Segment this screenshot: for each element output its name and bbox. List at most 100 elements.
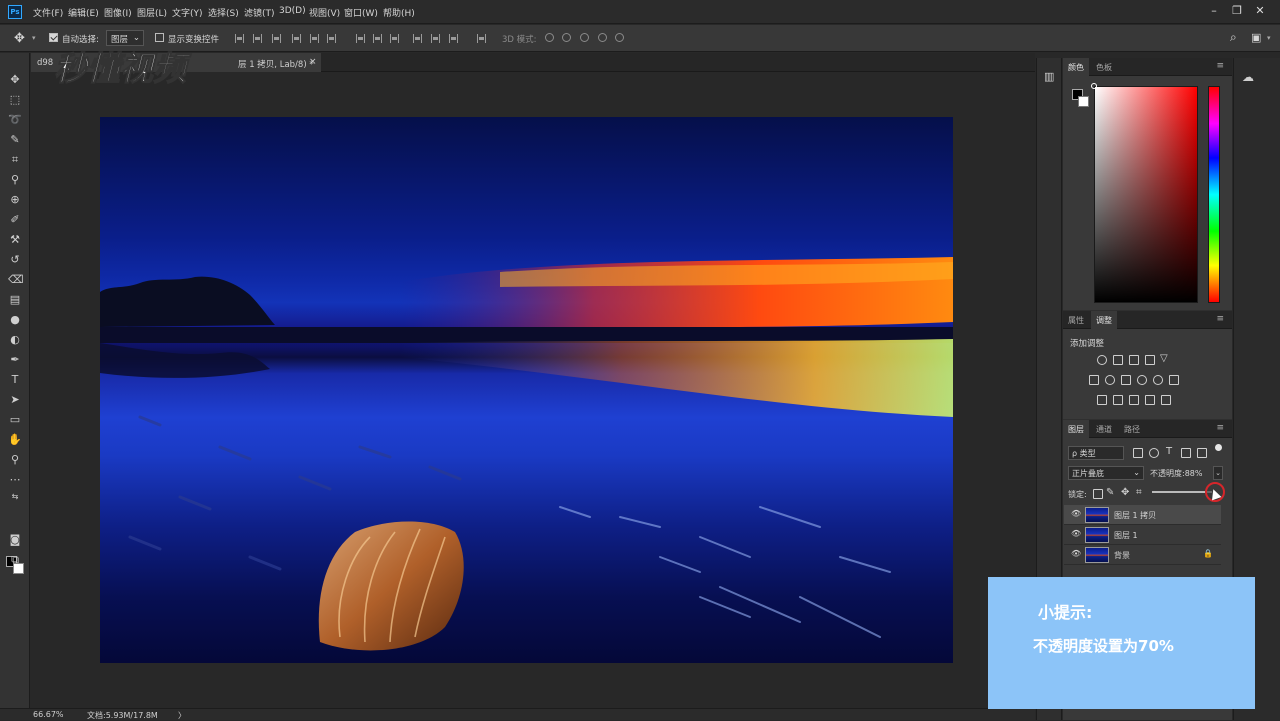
menu-window[interactable]: 窗口(W): [344, 6, 378, 19]
minimize-icon[interactable]: –: [1207, 4, 1221, 18]
align-hcenter-icon[interactable]: [310, 34, 319, 43]
slide-3d-icon[interactable]: [598, 33, 607, 42]
marquee-tool-icon[interactable]: ⬚: [8, 93, 22, 107]
status-menu-arrow[interactable]: 〉: [178, 710, 186, 721]
healing-brush-icon[interactable]: ⊕: [8, 193, 22, 207]
invert-icon[interactable]: [1097, 395, 1107, 405]
chevron-down-icon[interactable]: ▾: [1267, 34, 1271, 42]
zoom-level[interactable]: 66.67%: [33, 710, 64, 719]
tab-swatches[interactable]: 色板: [1091, 58, 1117, 76]
posterize-icon[interactable]: [1113, 395, 1123, 405]
align-bottom-icon[interactable]: [272, 34, 281, 43]
distribute-top-icon[interactable]: [356, 34, 365, 43]
distribute-hcenter-icon[interactable]: [431, 34, 440, 43]
opacity-field[interactable]: 不透明度:88%: [1150, 468, 1202, 479]
panel-menu-icon[interactable]: ≡: [1216, 61, 1224, 71]
channel-mixer-icon[interactable]: [1153, 375, 1163, 385]
menu-file[interactable]: 文件(F): [33, 6, 63, 19]
cloud-libraries-icon[interactable]: ☁: [1242, 70, 1254, 84]
lock-image-icon[interactable]: ✎: [1106, 487, 1114, 498]
brush-tool-icon[interactable]: ✐: [8, 213, 22, 227]
filter-toggle-icon[interactable]: [1215, 444, 1222, 451]
hand-tool-icon[interactable]: ✋: [8, 433, 22, 447]
move-tool-icon[interactable]: ✥: [8, 73, 22, 87]
vibrance-icon[interactable]: ▽: [1160, 353, 1168, 364]
distribute-right-icon[interactable]: [449, 34, 458, 43]
eraser-tool-icon[interactable]: ⌫: [8, 273, 24, 287]
chevron-down-icon[interactable]: ▾: [32, 34, 36, 42]
brightness-icon[interactable]: [1097, 355, 1107, 365]
panel-menu-icon[interactable]: ≡: [1216, 314, 1224, 324]
move-tool-icon[interactable]: ✥: [14, 31, 25, 46]
auto-select-checkbox[interactable]: [49, 33, 58, 42]
tab-paths[interactable]: 路径: [1119, 420, 1145, 438]
search-icon[interactable]: ⌕: [1230, 30, 1237, 45]
color-picker-cursor[interactable]: [1091, 83, 1097, 89]
exposure-icon[interactable]: [1145, 355, 1155, 365]
align-left-icon[interactable]: [292, 34, 301, 43]
distribute-bottom-icon[interactable]: [390, 34, 399, 43]
levels-icon[interactable]: [1113, 355, 1123, 365]
menu-edit[interactable]: 编辑(E): [68, 6, 99, 19]
filter-smart-object-icon[interactable]: [1197, 448, 1207, 458]
roll-3d-icon[interactable]: [562, 33, 571, 42]
curves-icon[interactable]: [1129, 355, 1139, 365]
workspace-icon[interactable]: ▣: [1251, 31, 1261, 44]
eye-icon[interactable]: 👁: [1071, 550, 1081, 558]
gradient-map-icon[interactable]: [1161, 395, 1171, 405]
swap-colors-icon[interactable]: ⇆: [8, 490, 22, 504]
scale-3d-icon[interactable]: [615, 33, 624, 42]
auto-align-icon[interactable]: [477, 34, 486, 43]
photoshop-logo[interactable]: Ps: [8, 5, 22, 19]
restore-icon[interactable]: ❐: [1230, 4, 1244, 18]
rectangle-tool-icon[interactable]: ▭: [8, 413, 22, 427]
menu-filter[interactable]: 滤镜(T): [244, 6, 275, 19]
selective-color-icon[interactable]: [1145, 395, 1155, 405]
history-panel-icon[interactable]: ▥: [1044, 70, 1054, 83]
distribute-vcenter-icon[interactable]: [373, 34, 382, 43]
lock-icon[interactable]: 🔒: [1203, 549, 1213, 558]
align-top-icon[interactable]: [235, 34, 244, 43]
menu-3d[interactable]: 3D(D): [279, 6, 306, 16]
hue-saturation-icon[interactable]: [1089, 375, 1099, 385]
menu-image[interactable]: 图像(I): [104, 6, 132, 19]
orbit-3d-icon[interactable]: [545, 33, 554, 42]
black-white-icon[interactable]: [1121, 375, 1131, 385]
screen-mode-icon[interactable]: ⧉: [8, 553, 22, 567]
threshold-icon[interactable]: [1129, 395, 1139, 405]
gradient-tool-icon[interactable]: ▤: [8, 293, 22, 307]
menu-select[interactable]: 选择(S): [208, 6, 239, 19]
filter-type-icon[interactable]: T: [1166, 446, 1172, 457]
tab-adjustments[interactable]: 调整: [1091, 311, 1117, 329]
tab-properties[interactable]: 属性: [1063, 311, 1089, 329]
eye-icon[interactable]: 👁: [1071, 510, 1081, 518]
eyedropper-tool-icon[interactable]: ⚲: [8, 173, 22, 187]
filter-pixel-icon[interactable]: [1133, 448, 1143, 458]
eye-icon[interactable]: 👁: [1071, 530, 1081, 538]
color-lookup-icon[interactable]: [1169, 375, 1179, 385]
more-tools-icon[interactable]: ⋯: [8, 473, 22, 487]
hue-slider[interactable]: [1208, 86, 1220, 303]
type-tool-icon[interactable]: T: [8, 373, 22, 387]
panel-menu-icon[interactable]: ≡: [1216, 423, 1224, 433]
blur-tool-icon[interactable]: ●: [8, 313, 22, 327]
color-picker-field[interactable]: [1094, 86, 1198, 303]
history-brush-icon[interactable]: ↺: [8, 253, 22, 267]
quick-mask-icon[interactable]: ◙: [8, 533, 22, 547]
layer-row[interactable]: 👁 背景 🔒: [1064, 545, 1221, 565]
distribute-left-icon[interactable]: [413, 34, 422, 43]
show-transform-checkbox[interactable]: [155, 33, 164, 42]
filter-adjustment-icon[interactable]: [1149, 448, 1159, 458]
align-right-icon[interactable]: [327, 34, 336, 43]
lock-position-icon[interactable]: ✥: [1121, 487, 1129, 498]
pen-tool-icon[interactable]: ✒: [8, 353, 22, 367]
background-color-swatch[interactable]: [1078, 96, 1089, 107]
menu-type[interactable]: 文字(Y): [172, 6, 203, 19]
quick-select-tool-icon[interactable]: ✎: [8, 133, 22, 147]
menu-layer[interactable]: 图层(L): [137, 6, 167, 19]
document-canvas[interactable]: [100, 117, 953, 663]
align-vcenter-icon[interactable]: [253, 34, 262, 43]
lock-artboard-icon[interactable]: ⌗: [1136, 487, 1142, 498]
opacity-dropdown-arrow[interactable]: ⌄: [1213, 466, 1223, 480]
layer-row[interactable]: 👁 图层 1 拷贝: [1064, 505, 1221, 525]
